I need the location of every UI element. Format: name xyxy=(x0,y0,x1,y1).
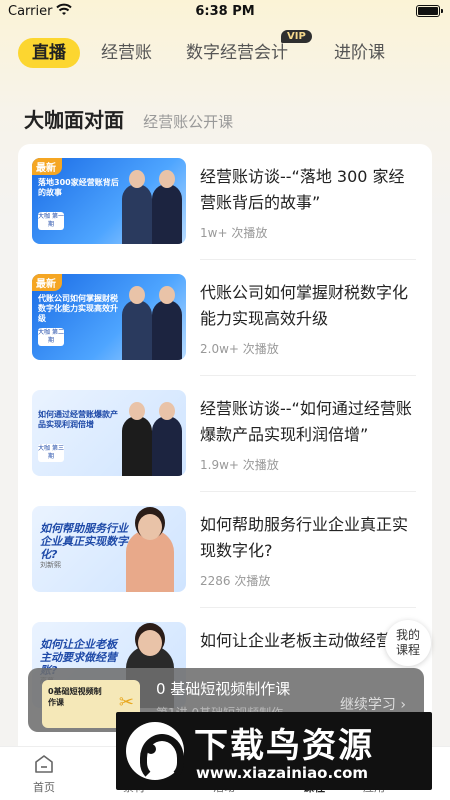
thumbnail-headline: 代账公司如何掌握财税数字化能力实现高效升级 xyxy=(38,294,118,323)
mini-player-title: 0 基础短视频制作课 xyxy=(156,680,291,698)
section-title: 大咖面对面 xyxy=(24,108,124,132)
course-thumbnail: 最新 代账公司如何掌握财税数字化能力实现高效升级 大咖 第二期 xyxy=(32,274,186,360)
tab-business-account[interactable]: 经营账 xyxy=(101,38,152,68)
speaker-image xyxy=(152,402,182,476)
status-bar: Carrier 6:38 PM xyxy=(0,0,450,24)
continue-learning-button[interactable]: 继续学习 › xyxy=(340,694,406,714)
episode-badge: 大咖 第一期 xyxy=(38,212,64,230)
watermark: 下载鸟资源 www.xiazainiao.com xyxy=(116,712,432,790)
play-count: 2286 次播放 xyxy=(200,574,271,588)
my-courses-label-line1: 我的 xyxy=(395,628,420,642)
course-title: 经营账访谈--“落地 300 家经营账背后的故事” xyxy=(200,167,405,212)
speaker-image xyxy=(126,514,174,592)
speaker-image xyxy=(152,170,182,244)
play-count: 2.0w+ 次播放 xyxy=(200,342,279,356)
watermark-text: 下载鸟资源 xyxy=(194,726,374,766)
course-thumbnail: 如何帮助服务行业 企业真正实现数字化? 刘新熙 xyxy=(32,506,186,592)
vip-badge: VIP xyxy=(281,30,312,43)
section-subtitle: 经营账公开课 xyxy=(143,113,234,131)
course-title: 代账公司如何掌握财税数字化能力实现高效升级 xyxy=(200,283,409,328)
top-tab-bar: 直播 经营账 数字经营会计 VIP 进阶课 xyxy=(0,30,450,76)
new-tag: 最新 xyxy=(32,274,62,291)
nav-home-label: 首页 xyxy=(33,781,55,794)
speaker-image xyxy=(122,402,152,476)
section-header: 大咖面对面 经营账公开课 xyxy=(24,104,233,132)
course-item[interactable]: 如何通过经营账爆款产品实现利润倍增 大咖 第三期 经营账访谈--“如何通过经营账… xyxy=(18,376,432,492)
tab-digital-accounting[interactable]: 数字经营会计 xyxy=(186,38,288,68)
speaker-image xyxy=(122,170,152,244)
course-thumbnail: 如何通过经营账爆款产品实现利润倍增 大咖 第三期 xyxy=(32,390,186,476)
episode-badge: 大咖 第三期 xyxy=(38,444,64,462)
thumbnail-headline: 落地300家经营账背后的故事 xyxy=(38,178,119,197)
course-title: 经营账访谈--“如何通过经营账爆款产品实现利润倍增” xyxy=(200,399,412,444)
course-item[interactable]: 最新 落地300家经营账背后的故事 大咖 第一期 经营账访谈--“落地 300 … xyxy=(18,144,432,260)
home-icon xyxy=(35,755,53,773)
my-courses-button[interactable]: 我的 课程 xyxy=(385,620,431,666)
tab-live[interactable]: 直播 xyxy=(18,38,80,68)
battery-icon xyxy=(416,5,443,17)
my-courses-label-line2: 课程 xyxy=(395,643,420,657)
course-thumbnail: 最新 落地300家经营账背后的故事 大咖 第一期 xyxy=(32,158,186,244)
tab-advanced-course[interactable]: 进阶课 xyxy=(334,38,385,68)
scissors-icon: ✂ xyxy=(118,692,134,713)
course-title: 如何帮助服务行业企业真正实现数字化? xyxy=(200,515,409,560)
episode-badge: 大咖 第二期 xyxy=(38,328,64,346)
play-count: 1w+ 次播放 xyxy=(200,226,268,240)
watermark-url: www.xiazainiao.com xyxy=(196,764,369,782)
nav-home[interactable]: 首页 xyxy=(14,753,74,795)
new-tag: 最新 xyxy=(32,158,62,175)
bird-logo-icon xyxy=(126,722,184,782)
thumbnail-headline: 如何通过经营账爆款产品实现利润倍增 xyxy=(38,410,118,429)
course-item[interactable]: 最新 代账公司如何掌握财税数字化能力实现高效升级 大咖 第二期 代账公司如何掌握… xyxy=(18,260,432,376)
speaker-image xyxy=(152,286,182,360)
clock: 6:38 PM xyxy=(195,4,255,19)
thumbnail-headline: 如何帮助服务行业 企业真正实现数字化? xyxy=(40,522,128,561)
course-item[interactable]: 如何帮助服务行业 企业真正实现数字化? 刘新熙 如何帮助服务行业企业真正实现数字… xyxy=(18,492,432,608)
play-count: 1.9w+ 次播放 xyxy=(200,458,279,472)
course-title: 如何让企业老板主动做经营账 xyxy=(200,631,409,650)
speaker-image xyxy=(122,286,152,360)
speaker-name-tag: 刘新熙 xyxy=(40,561,61,569)
cover-text: 0基础短视频制作课 xyxy=(48,687,102,707)
